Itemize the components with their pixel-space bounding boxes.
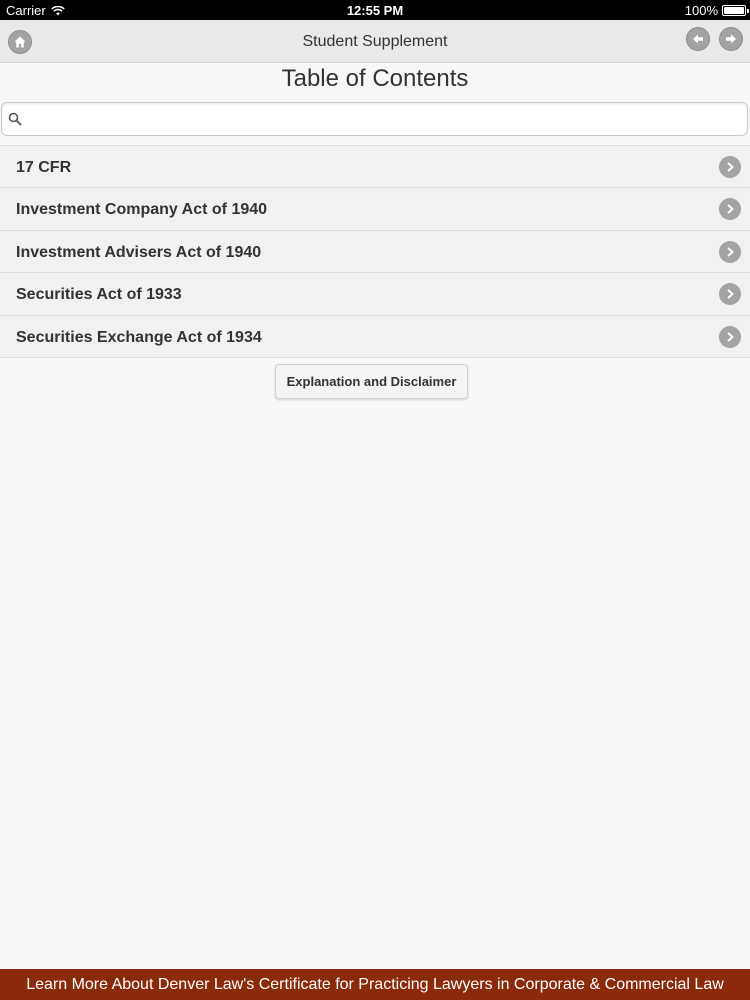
- footer-banner-text: Learn More About Denver Law's Certificat…: [26, 975, 724, 993]
- toc-item-label: Investment Advisers Act of 1940: [16, 243, 262, 261]
- chevron-right-icon: [719, 240, 741, 263]
- toc-item-investment-advisers-act[interactable]: Investment Advisers Act of 1940: [0, 230, 750, 274]
- toc-item-label: Securities Exchange Act of 1934: [16, 328, 262, 346]
- toc-item-securities-act-1933[interactable]: Securities Act of 1933: [0, 273, 750, 316]
- back-button[interactable]: [686, 27, 710, 51]
- battery-indicator: 100%: [684, 3, 749, 18]
- status-time: 12:55 PM: [346, 3, 404, 18]
- toc-item-investment-company-act[interactable]: Investment Company Act of 1940: [0, 188, 750, 231]
- toc-item-17-cfr[interactable]: 17 CFR: [0, 146, 750, 189]
- chevron-right-icon: [719, 325, 741, 348]
- nav-bar: Student Supplement: [0, 20, 750, 63]
- screen: Carrier 12:55 PM 100% Student Supplement: [0, 0, 750, 1000]
- forward-button[interactable]: [719, 27, 743, 51]
- search-input[interactable]: [26, 103, 742, 135]
- chevron-right-icon: [719, 198, 741, 221]
- chevron-right-icon: [719, 283, 741, 306]
- forward-arrow-icon: [726, 34, 736, 44]
- toc-item-securities-exchange-act-1934[interactable]: Securities Exchange Act of 1934: [0, 315, 750, 358]
- back-arrow-icon: [693, 34, 703, 44]
- explanation-disclaimer-button[interactable]: Explanation and Disclaimer: [275, 364, 468, 399]
- status-bar: Carrier 12:55 PM 100%: [0, 0, 750, 20]
- search-icon: [8, 112, 22, 126]
- toc-list: 17 CFR Investment Company Act of 1940 In…: [0, 145, 750, 358]
- page-title: Table of Contents: [281, 65, 469, 92]
- search-box[interactable]: [1, 102, 748, 136]
- battery-percent: 100%: [684, 3, 718, 18]
- nav-title: Student Supplement: [302, 33, 448, 50]
- chevron-right-icon: [719, 156, 741, 178]
- toc-item-label: Investment Company Act of 1940: [16, 201, 268, 219]
- footer-banner-link[interactable]: Learn More About Denver Law's Certificat…: [0, 969, 750, 1000]
- battery-icon: [722, 5, 749, 16]
- toc-item-label: Securities Act of 1933: [16, 286, 182, 304]
- toc-item-label: 17 CFR: [16, 159, 72, 176]
